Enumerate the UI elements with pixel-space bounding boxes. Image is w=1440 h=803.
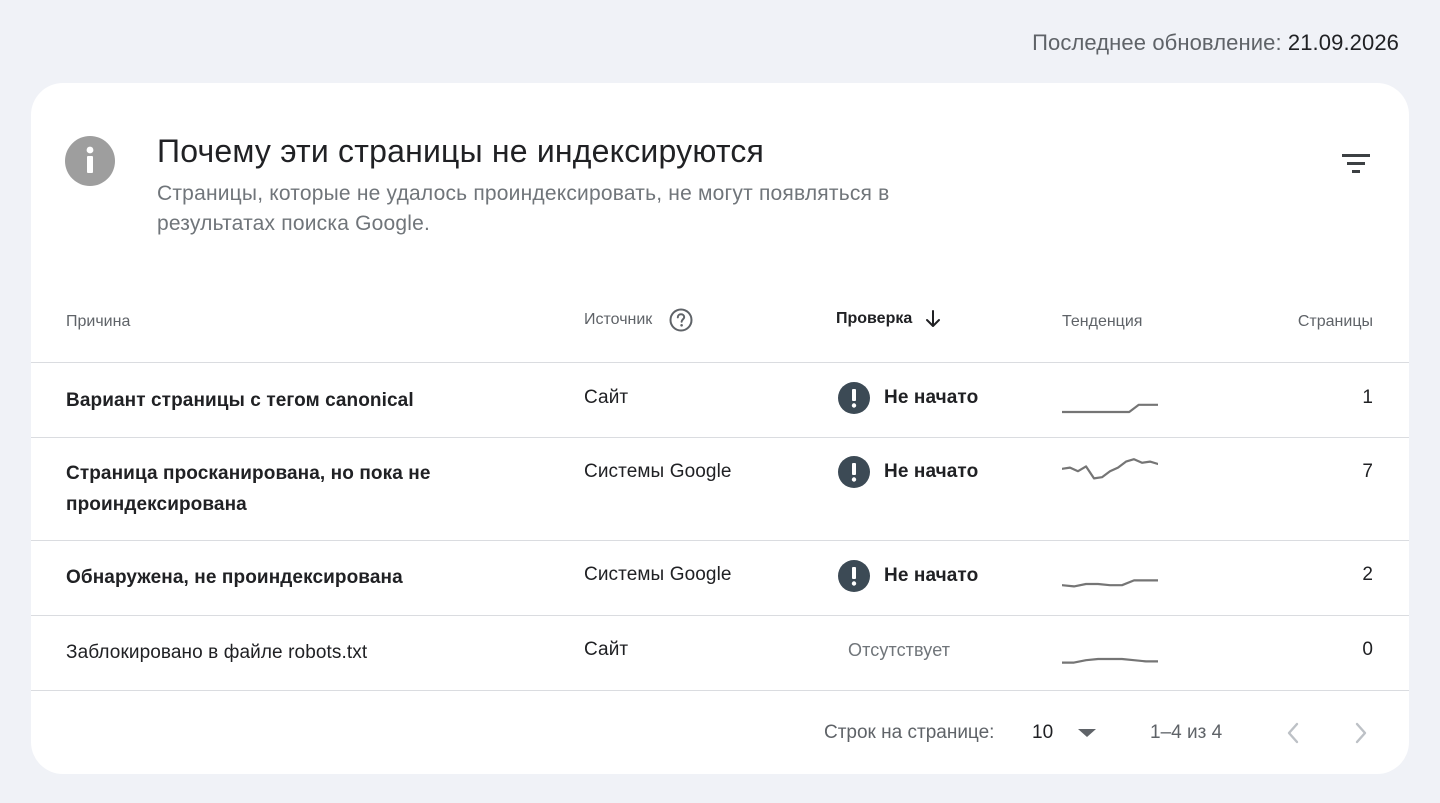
row-source: Системы Google [584,461,732,482]
row-check-status: Не начато [838,560,978,592]
row-source: Сайт [584,639,629,660]
column-header-check[interactable]: Проверка [836,309,942,329]
table-row[interactable]: Страница просканирована, но пока не прои… [31,438,1409,541]
card-subtitle: Страницы, которые не удалось проиндексир… [157,182,890,235]
pagination-range: 1–4 из 4 [1150,722,1223,743]
alert-icon [838,382,870,414]
table-row[interactable]: Заблокировано в файле robots.txt Сайт От… [31,616,1409,691]
chevron-right-icon[interactable] [1346,719,1374,747]
row-reason: Обнаружена, не проиндексирована [66,567,403,588]
row-reason: Вариант страницы с тегом canonical [66,390,414,411]
trend-sparkline [1062,458,1158,480]
row-check-label: Не начато [884,565,979,586]
column-header-trend-label: Тенденция [1062,313,1143,330]
column-header-check-label: Проверка [836,310,913,327]
trend-sparkline [1062,657,1158,664]
rows-per-page-label: Строк на странице: [824,722,995,743]
rows-per-page-select[interactable]: 10 [1032,722,1097,744]
caret-down-icon [1078,729,1097,737]
row-check-label: Не начато [884,461,979,482]
table-pagination: Строк на странице: 10 1–4 из 4 [31,693,1409,773]
trend-sparkline [1062,403,1158,414]
last-update-label: Последнее обновление: [1032,30,1288,55]
filter-icon[interactable] [1341,151,1371,175]
column-header-source[interactable]: Источник [584,308,693,332]
table-row[interactable]: Обнаружена, не проиндексирована Системы … [31,541,1409,616]
row-pages-count: 2 [1362,564,1373,585]
row-source: Сайт [584,387,629,408]
help-icon[interactable] [669,308,693,332]
card-title: Почему эти страницы не индексируются [157,133,765,169]
column-header-reason-label: Причина [66,313,131,330]
row-reason: Страница просканирована, но пока не прои… [66,463,431,515]
table-row[interactable]: Вариант страницы с тегом canonical Сайт … [31,363,1409,438]
alert-icon [838,456,870,488]
arrow-down-icon [926,310,941,327]
trend-line [1062,657,1158,664]
row-reason: Заблокировано в файле robots.txt [66,642,368,663]
trend-line [1062,458,1158,480]
info-icon [65,136,115,186]
last-update: Последнее обновление: 21.09.2026 [1032,30,1399,56]
row-check-label: Не начато [884,387,979,408]
table-header: Причина Источник Проверка Тенденция Стра… [31,286,1409,363]
row-check-label: Отсутствует [848,640,951,660]
table-body: Вариант страницы с тегом canonical Сайт … [31,363,1409,691]
column-header-pages-label: Страницы [1297,313,1373,330]
row-pages-count: 7 [1362,461,1373,482]
column-header-source-label: Источник [584,311,653,328]
rows-per-page-value: 10 [1032,722,1054,743]
row-source: Системы Google [584,564,732,585]
column-header-pages[interactable]: Страницы [1298,313,1373,331]
row-pages-count: 0 [1362,639,1373,660]
row-check-status: Не начато [838,382,978,414]
trend-line [1062,403,1158,414]
trend-sparkline [1062,579,1158,588]
last-update-date: 21.09.2026 [1287,30,1399,55]
alert-icon [838,560,870,592]
column-header-trend: Тенденция [1062,313,1142,331]
row-check-status: Отсутствует [848,640,950,661]
row-pages-count: 1 [1362,387,1373,408]
column-header-reason[interactable]: Причина [66,313,130,331]
row-check-status: Не начато [838,456,978,488]
trend-line [1062,579,1158,588]
not-indexed-card: Почему эти страницы не индексируются Стр… [31,83,1409,774]
chevron-left-icon[interactable] [1280,719,1308,747]
